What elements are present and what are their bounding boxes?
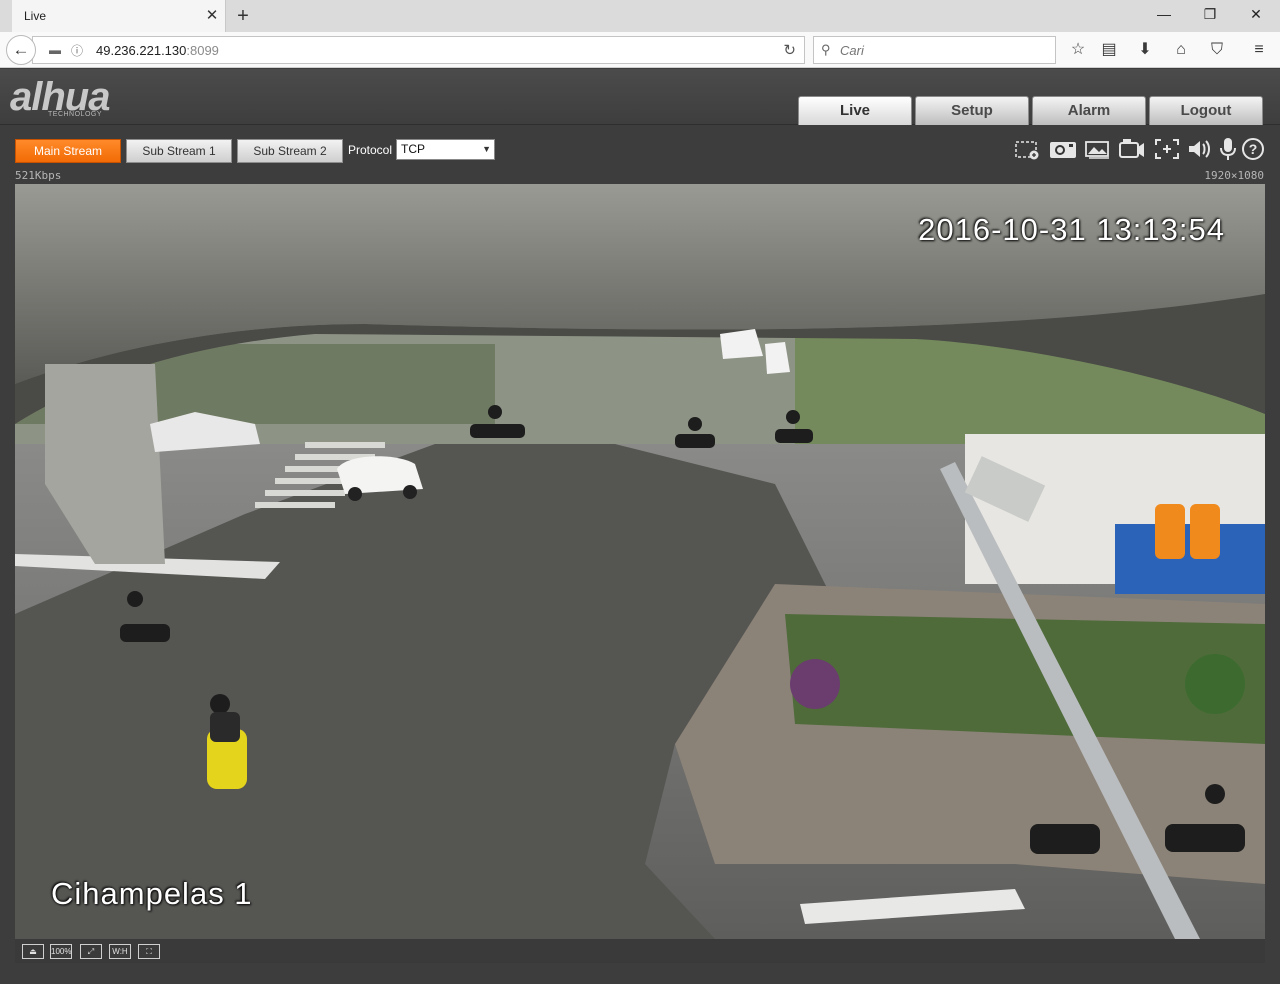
snapshot-icon[interactable] xyxy=(1049,136,1077,162)
audio-icon[interactable] xyxy=(1186,136,1214,162)
camera-scene xyxy=(15,184,1265,939)
back-arrow-icon: ← xyxy=(12,40,30,59)
url-text[interactable]: 49.236.221.130:8099 xyxy=(96,43,219,58)
browser-tab-strip: Live ✕ + — ❐ ✕ xyxy=(0,0,1280,32)
new-tab-button[interactable]: + xyxy=(232,3,254,29)
original-size-button[interactable]: 100% xyxy=(50,944,72,959)
pocket-icon[interactable]: ⛉ xyxy=(1205,39,1229,61)
aspect-ratio-button[interactable]: W:H xyxy=(109,944,131,959)
app-header: alhua TECHNOLOGY Live Setup Alarm Logout xyxy=(0,69,1280,125)
osd-camera-name: Cihampelas 1 xyxy=(51,876,253,911)
search-bar[interactable]: ⚲ xyxy=(813,36,1056,64)
url-host: 49.236.221.130 xyxy=(96,43,187,58)
search-input[interactable] xyxy=(840,39,1050,61)
logo-subtext: TECHNOLOGY xyxy=(48,111,103,118)
bookmark-star-icon[interactable]: ☆ xyxy=(1066,39,1090,61)
zoom-region-icon[interactable] xyxy=(1014,136,1042,162)
address-bar[interactable]: ▬ ⓘ 49.236.221.130:8099 ↻ xyxy=(32,36,805,64)
video-bottom-controls: ⏏ 100% ⤢ W:H ⛶ xyxy=(15,939,1265,963)
tab-title: Live xyxy=(24,9,47,23)
tab-logout[interactable]: Logout xyxy=(1149,96,1263,125)
browser-nav-bar: ▬ ⓘ 49.236.221.130:8099 ↻ ← ⚲ ☆ ▤ ⬇ ⌂ ⛉ … xyxy=(0,32,1280,68)
triple-snapshot-icon[interactable] xyxy=(1084,136,1112,162)
chevron-down-icon: ▼ xyxy=(482,144,491,154)
sub-stream-2-button[interactable]: Sub Stream 2 xyxy=(237,139,343,163)
record-icon[interactable] xyxy=(1118,136,1146,162)
tab-live[interactable]: Live xyxy=(798,96,912,125)
resolution-readout: 1920×1080 xyxy=(1204,169,1264,182)
home-icon[interactable]: ⌂ xyxy=(1169,39,1193,61)
tab-setup[interactable]: Setup xyxy=(915,96,1029,125)
bitrate-readout: 521Kbps xyxy=(15,169,62,182)
protocol-select[interactable]: TCP ▼ xyxy=(396,139,495,160)
protocol-value: TCP xyxy=(401,142,425,156)
back-button[interactable]: ← xyxy=(6,35,36,65)
download-icon[interactable]: ⬇ xyxy=(1133,39,1157,61)
digital-zoom-icon[interactable] xyxy=(1153,136,1181,162)
menu-icon[interactable]: ≡ xyxy=(1247,39,1271,61)
url-port: :8099 xyxy=(186,43,219,58)
protocol-label: Protocol xyxy=(348,143,393,157)
dvr-web-app: alhua TECHNOLOGY Live Setup Alarm Logout… xyxy=(0,69,1280,984)
page-list-icon[interactable]: ▬ xyxy=(49,43,61,57)
stop-preview-icon[interactable]: ⏏ xyxy=(22,944,44,959)
fullscreen-icon[interactable]: ⛶ xyxy=(138,944,160,959)
tab-close-icon[interactable]: ✕ xyxy=(202,6,222,26)
browser-tab[interactable]: Live ✕ xyxy=(12,0,226,32)
fit-window-icon[interactable]: ⤢ xyxy=(80,944,102,959)
dahua-logo: alhua TECHNOLOGY xyxy=(10,76,160,124)
minimize-window-button[interactable]: — xyxy=(1141,0,1187,30)
close-window-button[interactable]: ✕ xyxy=(1233,0,1279,30)
site-info-icon[interactable]: ⓘ xyxy=(71,42,83,59)
restore-window-button[interactable]: ❐ xyxy=(1187,0,1233,30)
microphone-icon[interactable] xyxy=(1214,136,1242,162)
reload-icon[interactable]: ↻ xyxy=(783,41,796,59)
reading-list-icon[interactable]: ▤ xyxy=(1097,39,1121,61)
osd-timestamp: 2016-10-31 13:13:54 xyxy=(918,212,1225,247)
live-toolbar: Main Stream Sub Stream 1 Sub Stream 2 Pr… xyxy=(0,126,1280,166)
live-video-view[interactable]: 2016-10-31 13:13:54 Cihampelas 1 xyxy=(15,184,1265,939)
tab-alarm[interactable]: Alarm xyxy=(1032,96,1146,125)
svg-text:?: ? xyxy=(1249,141,1258,157)
sub-stream-1-button[interactable]: Sub Stream 1 xyxy=(126,139,232,163)
help-icon[interactable]: ? xyxy=(1239,136,1267,162)
search-icon: ⚲ xyxy=(821,42,831,57)
main-stream-button[interactable]: Main Stream xyxy=(15,139,121,163)
